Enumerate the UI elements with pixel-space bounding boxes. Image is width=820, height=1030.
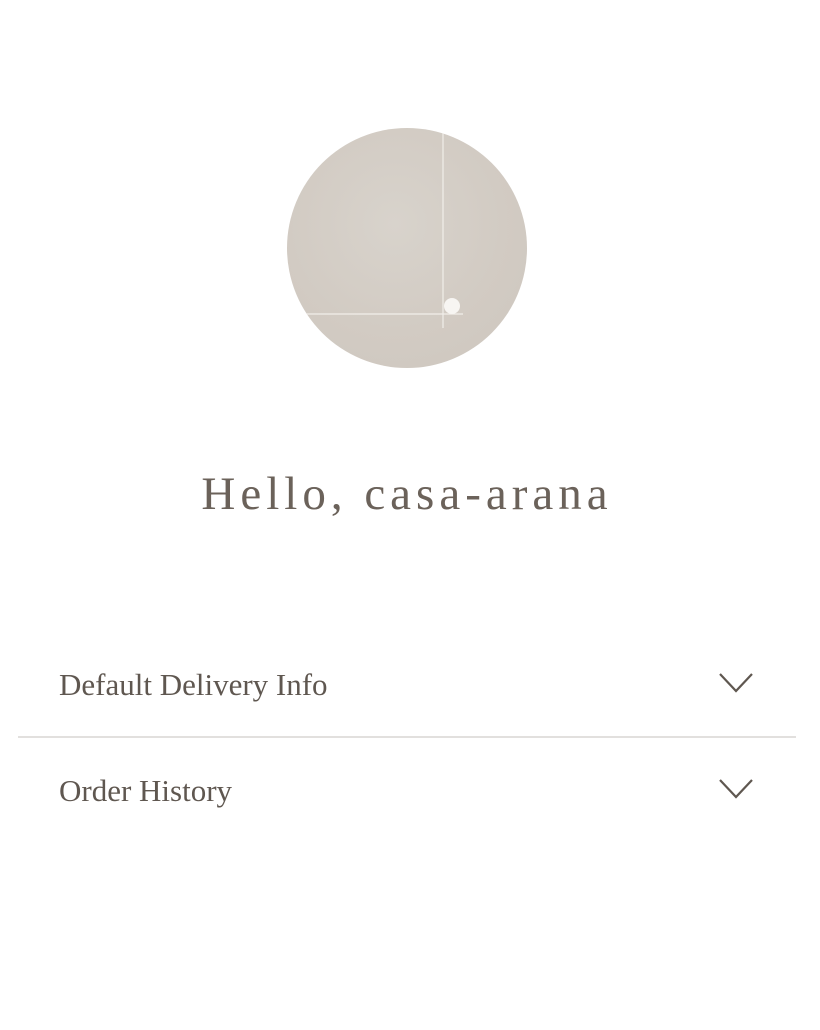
abstract-avatar-icon [287,132,463,328]
avatar [287,128,527,368]
greeting-heading: Hello, casa-arana [201,468,613,520]
chevron-down-icon[interactable] [719,778,753,800]
accordion-order-history[interactable]: Order History [18,738,796,844]
accordion-label: Default Delivery Info [59,667,328,702]
chevron-down-icon[interactable] [719,672,753,694]
accordion-label: Order History [59,773,233,808]
accordion-default-delivery-info[interactable]: Default Delivery Info [18,632,796,738]
